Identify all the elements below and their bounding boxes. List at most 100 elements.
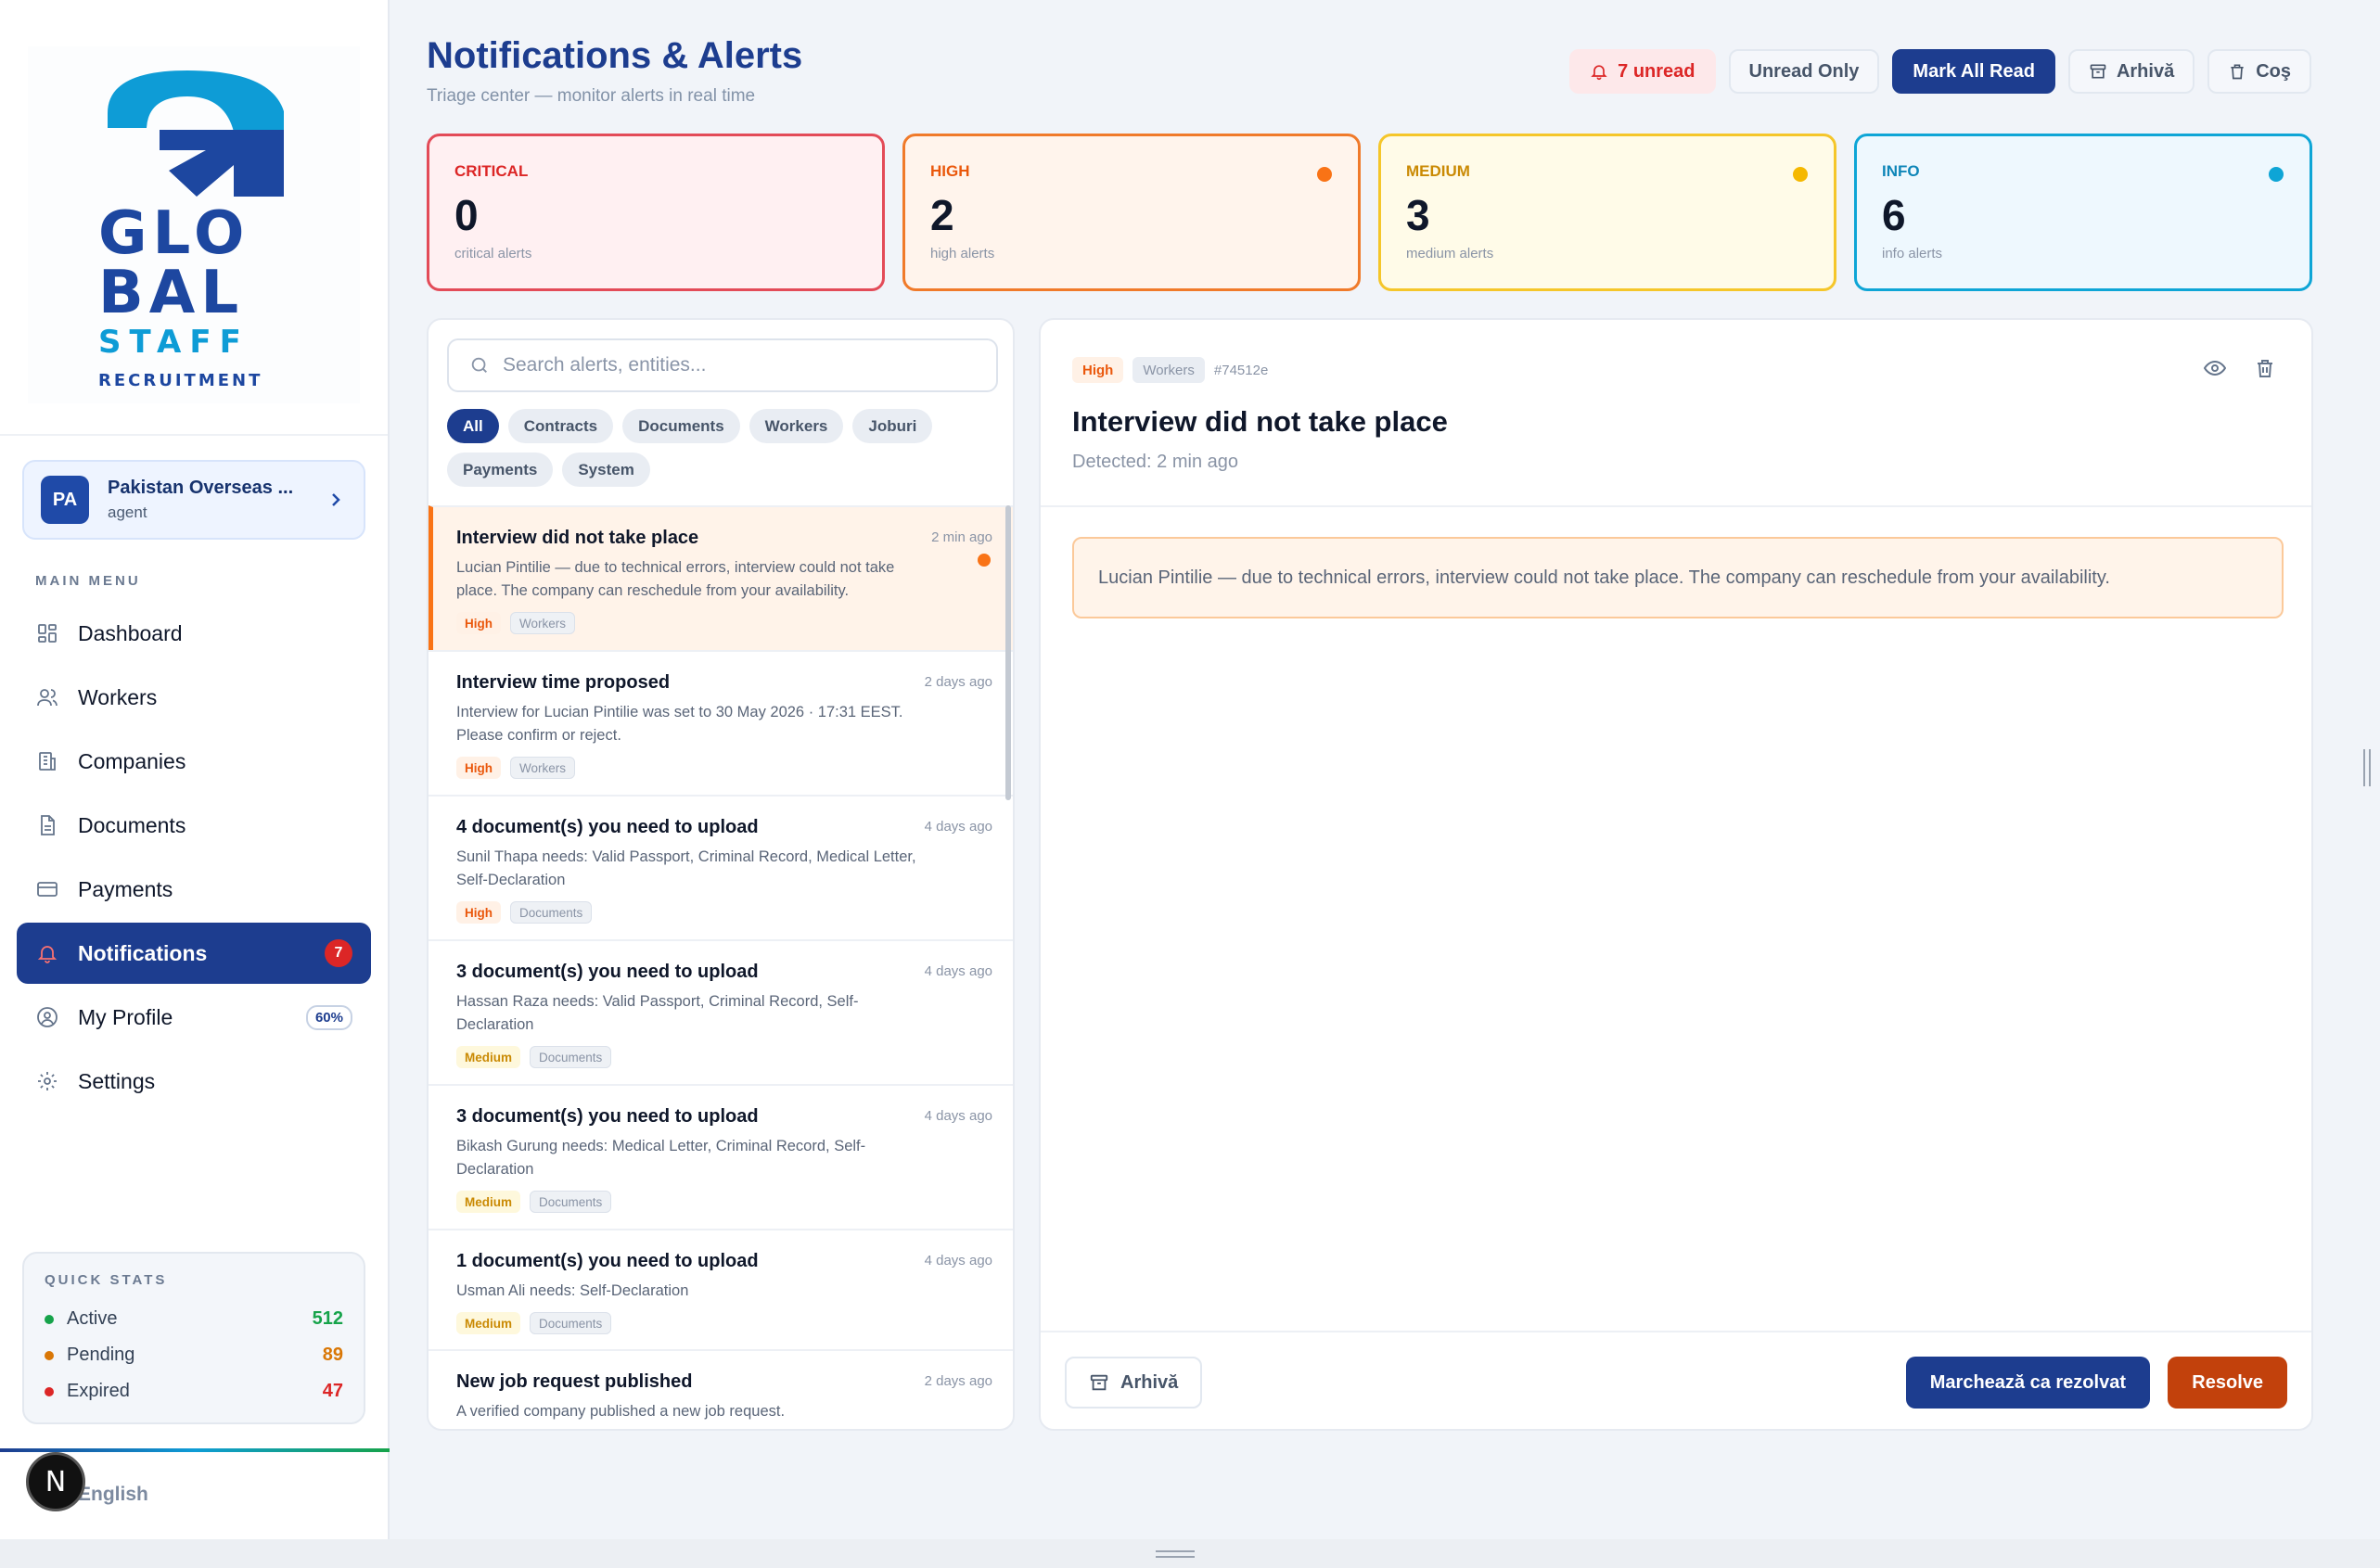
archive-button[interactable]: Arhivă (2067, 49, 2195, 94)
alert-id: #74512e (1213, 362, 1269, 378)
status-dot (45, 1350, 54, 1360)
list-item[interactable]: 4 document(s) you need to upload 4 days … (429, 795, 1013, 939)
search-icon (471, 357, 487, 373)
sidebar-item-settings[interactable]: Settings (17, 1051, 371, 1112)
bottom-resize-grip[interactable] (1156, 1550, 1195, 1558)
sidebar: GLO BAL STAFF RECRUITMENT PA Pakistan Ov… (0, 0, 390, 1539)
alert-tags: Medium Documents (456, 1312, 989, 1334)
quick-stat-label: Pending (67, 1345, 135, 1365)
alert-tags: High Workers (456, 612, 989, 634)
sidebar-item-my-profile[interactable]: My Profile 60% (17, 987, 371, 1048)
quick-stat-pending: Pending 89 (45, 1337, 343, 1373)
severity-badge: High (1072, 357, 1124, 383)
alerts-list-panel: Search alerts, entities... All Contracts… (427, 318, 1015, 1431)
unread-only-button[interactable]: Unread Only (1728, 49, 1880, 94)
logo-line-2: BAL (98, 259, 245, 327)
sidebar-item-dashboard[interactable]: Dashboard (17, 603, 371, 664)
list-scrollbar[interactable] (1005, 505, 1011, 800)
stat-card-high[interactable]: HIGH 2 high alerts (902, 134, 1361, 291)
filter-chip-payments[interactable]: Payments (447, 453, 554, 487)
list-item[interactable]: Interview did not take place 2 min ago L… (429, 505, 1013, 650)
agency-switcher[interactable]: PA Pakistan Overseas ... agent (22, 460, 365, 540)
list-item[interactable]: 1 document(s) you need to upload 4 days … (429, 1229, 1013, 1349)
archive-button[interactable]: Arhivă (1065, 1357, 1203, 1409)
alert-description: Sunil Thapa needs: Valid Passport, Crimi… (456, 848, 916, 888)
quick-stat-value: 47 (322, 1381, 343, 1401)
list-item[interactable]: 3 document(s) you need to upload 4 days … (429, 1084, 1013, 1229)
search-input[interactable]: Search alerts, entities... (447, 338, 998, 392)
stat-card-critical[interactable]: CRITICAL 0 critical alerts (427, 134, 885, 291)
filter-chip-all[interactable]: All (447, 409, 499, 443)
unread-count-button[interactable]: 7 unread (1569, 49, 1716, 94)
list-item[interactable]: Interview time proposed 2 days ago Inter… (429, 650, 1013, 795)
language-selector[interactable]: English (78, 1484, 148, 1506)
dev-tools-badge[interactable]: N (26, 1452, 85, 1511)
alert-tags: Medium Documents (456, 1191, 989, 1213)
users-icon (35, 685, 59, 709)
notification-count-badge: 7 (325, 939, 352, 967)
divider (1041, 505, 2311, 507)
main-menu: Dashboard Workers Companies Documents Pa… (17, 603, 371, 1115)
category-badge: Workers (1132, 357, 1205, 383)
alert-time: 4 days ago (924, 819, 992, 835)
search-placeholder: Search alerts, entities... (503, 354, 707, 376)
gear-icon (35, 1069, 59, 1093)
alert-description: Bikash Gurung needs: Medical Letter, Cri… (456, 1138, 866, 1178)
alert-time: 4 days ago (924, 1253, 992, 1268)
stat-value: 2 (930, 191, 954, 239)
filter-chip-system[interactable]: System (562, 453, 650, 487)
agency-role: agent (108, 504, 147, 521)
trash-label: Coş (2256, 60, 2291, 82)
alert-title: Interview time proposed (456, 672, 671, 693)
sidebar-item-companies[interactable]: Companies (17, 731, 371, 792)
alert-tags: High Documents (456, 901, 989, 924)
alert-description: A verified company published a new job r… (456, 1403, 786, 1420)
category-badge: Documents (530, 1046, 612, 1068)
profile-completion-badge: 60% (305, 1004, 352, 1030)
stat-card-medium[interactable]: MEDIUM 3 medium alerts (1378, 134, 1836, 291)
sidebar-item-label: Settings (78, 1068, 156, 1093)
filter-chip-workers[interactable]: Workers (749, 409, 844, 443)
list-item[interactable]: New job request published 2 days ago A v… (429, 1349, 1013, 1429)
detail-actions (2204, 357, 2276, 379)
alert-title: 3 document(s) you need to upload (456, 1106, 759, 1127)
logo-line-4: RECRUITMENT (98, 371, 263, 390)
company-logo[interactable]: GLO BAL STAFF RECRUITMENT (28, 46, 360, 403)
severity-badge: High (456, 901, 501, 924)
stat-label: HIGH (930, 162, 970, 180)
detected-time: Detected: 2 min ago (1072, 452, 1238, 472)
logo-line-1: GLO (98, 199, 250, 268)
category-badge: Documents (530, 1312, 612, 1334)
trash-icon[interactable] (2254, 357, 2276, 379)
quick-stat-value: 512 (312, 1308, 343, 1329)
stat-card-info[interactable]: INFO 6 info alerts (1854, 134, 2312, 291)
alert-tags: High Workers (456, 757, 989, 779)
mark-all-read-button[interactable]: Mark All Read (1892, 49, 2055, 94)
sidebar-item-documents[interactable]: Documents (17, 795, 371, 856)
divider (1041, 1331, 2311, 1332)
mark-resolved-button[interactable]: Marchează ca rezolvat (1905, 1357, 2150, 1409)
resolve-button[interactable]: Resolve (2168, 1357, 2287, 1409)
panel-resize-handle[interactable] (2363, 749, 2371, 786)
alert-description: Lucian Pintilie — due to technical error… (456, 559, 895, 599)
sidebar-item-workers[interactable]: Workers (17, 667, 371, 728)
menu-section-title: MAIN MENU (35, 573, 141, 589)
eye-icon[interactable] (2204, 357, 2226, 379)
agency-name: Pakistan Overseas ... (108, 478, 294, 498)
alert-tags: Medium Documents (456, 1046, 989, 1068)
sidebar-item-notifications[interactable]: Notifications 7 (17, 923, 371, 984)
chevron-right-icon (332, 493, 340, 506)
trash-button[interactable]: Coş (2207, 49, 2311, 94)
sidebar-item-payments[interactable]: Payments (17, 859, 371, 920)
filter-chip-joburi[interactable]: Joburi (852, 409, 933, 443)
filter-chip-contracts[interactable]: Contracts (507, 409, 614, 443)
filter-chip-documents[interactable]: Documents (622, 409, 740, 443)
bell-icon (1591, 65, 1607, 81)
filter-chips: All Contracts Documents Workers Joburi P… (447, 409, 1004, 487)
unread-dot (978, 554, 991, 567)
archive-icon (1090, 1374, 1108, 1391)
list-item[interactable]: 3 document(s) you need to upload 4 days … (429, 939, 1013, 1084)
archive-label: Arhivă (2116, 60, 2175, 82)
sidebar-item-label: Documents (78, 812, 186, 837)
alert-time: 2 days ago (924, 674, 992, 690)
